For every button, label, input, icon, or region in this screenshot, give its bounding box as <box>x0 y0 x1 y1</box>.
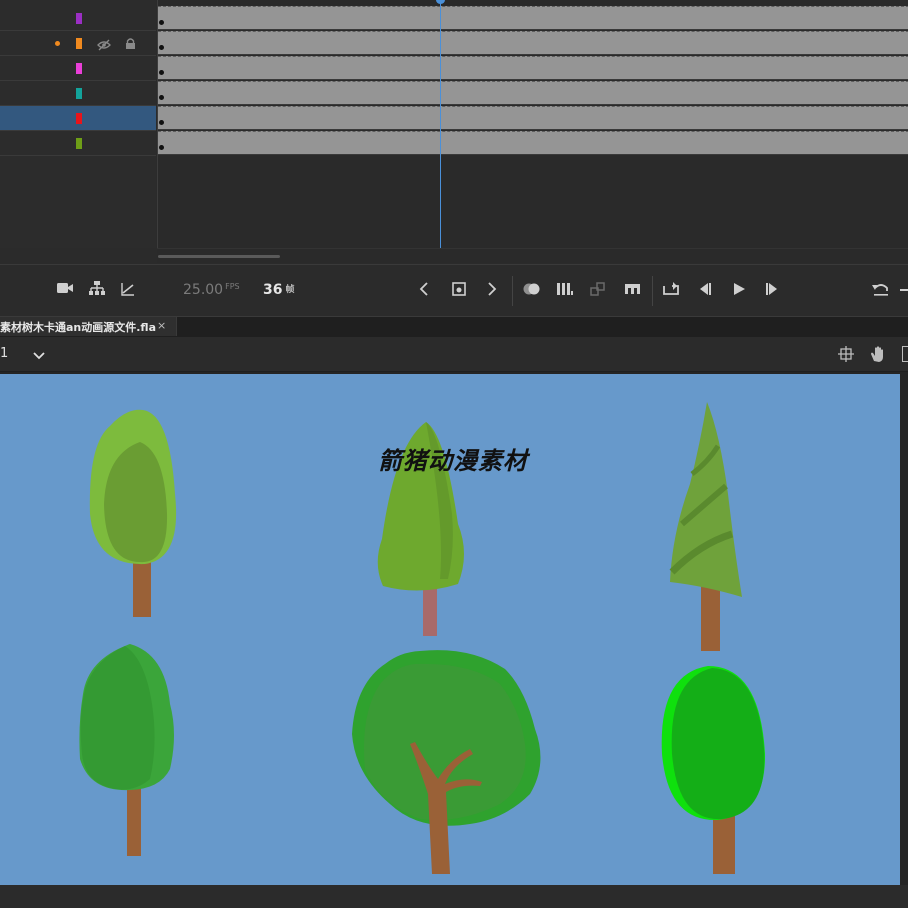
layers-panel <box>0 0 156 248</box>
edit-multiple-frames-icon[interactable] <box>556 281 574 299</box>
layer-row[interactable] <box>0 131 156 156</box>
edit-bar <box>0 337 908 372</box>
stage-title-text[interactable]: 箭猪动漫素材 <box>378 441 528 476</box>
frames-panel[interactable] <box>157 0 908 248</box>
snap-icon[interactable] <box>590 281 606 299</box>
layer-color-swatch[interactable] <box>76 138 82 149</box>
undo-icon[interactable] <box>871 281 891 299</box>
frame-span[interactable] <box>158 81 908 105</box>
layer-row-selected[interactable] <box>0 106 156 131</box>
frame-span[interactable] <box>158 131 908 155</box>
tree-3-illustration <box>669 402 742 651</box>
step-back-icon[interactable] <box>697 281 713 299</box>
visibility-hidden-icon[interactable] <box>97 36 111 55</box>
keyframe-marker[interactable] <box>159 70 164 75</box>
fps-unit: FPS <box>225 282 240 291</box>
lock-icon[interactable] <box>125 35 136 54</box>
step-forward-icon[interactable] <box>764 281 780 299</box>
center-frame-icon[interactable] <box>624 281 642 299</box>
tree-1-illustration <box>89 409 177 617</box>
toolbar-separator <box>652 276 653 306</box>
frame-span[interactable] <box>158 31 908 55</box>
keyframe-marker[interactable] <box>159 120 164 125</box>
layer-color-swatch[interactable] <box>76 38 82 49</box>
current-frame-value[interactable]: 36 <box>263 282 282 298</box>
layer-color-swatch[interactable] <box>76 88 82 99</box>
layer-color-swatch[interactable] <box>76 63 82 74</box>
play-icon[interactable] <box>731 281 747 299</box>
close-icon[interactable]: × <box>157 319 166 332</box>
hand-tool-icon[interactable] <box>869 345 887 367</box>
layer-row[interactable] <box>0 31 156 56</box>
clip-stage-icon[interactable] <box>902 346 908 362</box>
document-tab-label[interactable]: 素材树木卡通an动画源文件.fla <box>0 319 156 335</box>
chevron-right-icon[interactable] <box>486 281 498 299</box>
current-frame-display[interactable]: 36 帧 <box>263 282 295 298</box>
tree-4-illustration <box>79 644 174 856</box>
onion-skin-icon[interactable] <box>522 281 542 299</box>
graph-icon[interactable] <box>120 281 136 299</box>
scene-selector-value[interactable]: 1 <box>0 346 8 361</box>
tree-6-illustration <box>661 666 766 874</box>
chevron-left-icon[interactable] <box>418 281 430 299</box>
frame-span[interactable] <box>158 56 908 80</box>
layer-row[interactable] <box>0 81 156 106</box>
fps-value[interactable]: 25.00 <box>183 282 223 298</box>
fps-display[interactable]: 25.00 FPS <box>183 282 240 298</box>
keyframe-marker[interactable] <box>159 95 164 100</box>
status-strip <box>0 885 908 908</box>
frame-span[interactable] <box>158 6 908 30</box>
insert-keyframe-icon[interactable] <box>451 281 467 299</box>
frame-span[interactable] <box>158 106 908 130</box>
panel-collapse-dash[interactable] <box>900 289 908 291</box>
camera-icon[interactable] <box>56 281 74 299</box>
timeline-scrollbar-thumb[interactable] <box>158 255 280 258</box>
keyframe-marker[interactable] <box>159 145 164 150</box>
center-stage-icon[interactable] <box>838 346 854 366</box>
loop-icon[interactable] <box>662 281 680 299</box>
layer-color-swatch[interactable] <box>76 113 82 124</box>
playhead[interactable] <box>440 0 441 248</box>
layer-row[interactable] <box>0 56 156 81</box>
keyframe-marker[interactable] <box>159 45 164 50</box>
toolbar-separator <box>512 276 513 306</box>
active-layer-dot <box>55 41 60 46</box>
layer-parenting-icon[interactable] <box>88 280 106 298</box>
layer-color-swatch[interactable] <box>76 13 82 24</box>
frame-unit: 帧 <box>285 285 295 295</box>
tree-5-illustration <box>352 650 541 874</box>
layer-row[interactable] <box>0 6 156 31</box>
keyframe-marker[interactable] <box>159 20 164 25</box>
chevron-down-icon[interactable] <box>33 346 45 365</box>
